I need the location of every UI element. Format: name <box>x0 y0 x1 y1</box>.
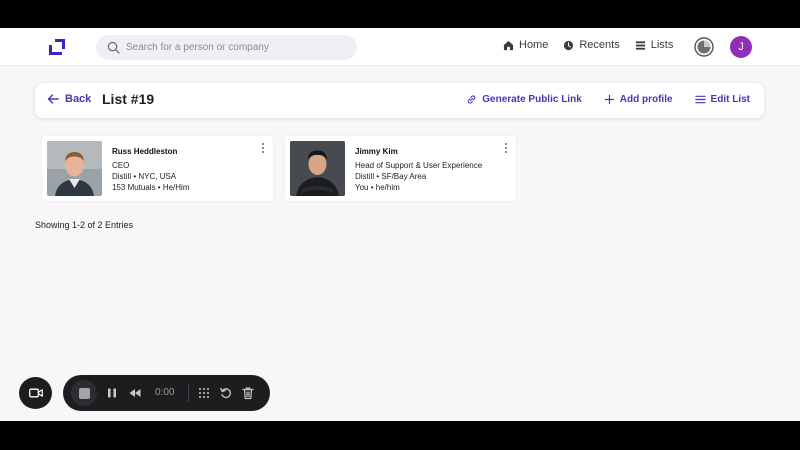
stop-recording-button[interactable] <box>71 380 97 406</box>
profile-info: Russ Heddleston CEO Distill • NYC, USA 1… <box>112 146 190 193</box>
profile-title: Head of Support & User Experience <box>355 161 483 170</box>
divider <box>188 384 189 402</box>
nav-lists-label: Lists <box>650 39 674 51</box>
progress-ring-icon[interactable] <box>694 37 714 57</box>
profile-photo <box>47 141 102 196</box>
profile-extra: You • he/him <box>355 183 400 192</box>
top-navigation: Home Recents Lists J <box>0 28 800 66</box>
menu-icon <box>694 95 706 104</box>
profile-company-location: Distill • SF/Bay Area <box>355 172 427 181</box>
search-bar[interactable] <box>96 35 357 60</box>
camera-toggle-button[interactable] <box>19 377 52 409</box>
nav-recents-label: Recents <box>579 39 620 51</box>
entries-count: Showing 1-2 of 2 Entries <box>35 220 134 230</box>
profile-name: Jimmy Kim <box>355 147 398 156</box>
trash-icon[interactable] <box>241 386 255 400</box>
user-avatar[interactable]: J <box>730 36 752 58</box>
pause-icon[interactable] <box>105 386 119 400</box>
nav-links: Home Recents Lists <box>503 39 688 51</box>
nav-home[interactable]: Home <box>503 39 548 51</box>
list-header: Back List #19 Generate Public Link Add p… <box>35 83 764 118</box>
profile-photo <box>290 141 345 196</box>
header-actions: Generate Public Link Add profile Edit Li… <box>444 94 750 105</box>
nav-recents[interactable]: Recents <box>563 39 620 51</box>
profile-title: CEO <box>112 161 130 170</box>
stop-icon <box>78 387 90 399</box>
grid-dots-icon[interactable] <box>197 386 211 400</box>
edit-list-label: Edit List <box>710 94 750 105</box>
profile-card[interactable]: Russ Heddleston CEO Distill • NYC, USA 1… <box>42 136 273 201</box>
home-icon <box>503 40 514 50</box>
list-icon <box>635 40 645 50</box>
profile-info: Jimmy Kim Head of Support & User Experie… <box>355 146 482 193</box>
recording-controls: 0:00 <box>63 375 270 411</box>
distill-logo-icon[interactable] <box>49 39 65 55</box>
nav-lists[interactable]: Lists <box>635 39 674 51</box>
plus-icon <box>604 94 614 105</box>
more-options-icon[interactable] <box>261 142 265 154</box>
link-icon <box>467 95 476 104</box>
generate-public-link-button[interactable]: Generate Public Link <box>466 94 582 105</box>
back-label: Back <box>65 93 92 105</box>
add-profile-button[interactable]: Add profile <box>604 94 673 105</box>
page-title: List #19 <box>102 91 155 107</box>
recording-timer: 0:00 <box>155 387 175 398</box>
generate-public-link-label: Generate Public Link <box>482 94 582 105</box>
app-window: Home Recents Lists J Back List #19 <box>0 28 800 421</box>
back-button[interactable]: Back <box>47 93 91 105</box>
more-options-icon[interactable] <box>504 142 508 154</box>
search-input[interactable] <box>126 42 346 53</box>
rewind-icon[interactable] <box>128 386 142 400</box>
arrow-left-icon <box>47 94 59 104</box>
clock-icon <box>564 40 574 50</box>
nav-home-label: Home <box>519 39 549 51</box>
profile-card[interactable]: Jimmy Kim Head of Support & User Experie… <box>285 136 516 201</box>
profile-name: Russ Heddleston <box>112 147 178 156</box>
restart-icon[interactable] <box>219 386 233 400</box>
video-camera-icon <box>28 388 43 398</box>
profile-company-location: Distill • NYC, USA <box>112 172 177 181</box>
edit-list-button[interactable]: Edit List <box>694 94 750 105</box>
search-icon <box>107 41 120 54</box>
add-profile-label: Add profile <box>619 94 673 105</box>
profile-extra: 153 Mutuals • He/Him <box>112 183 190 192</box>
